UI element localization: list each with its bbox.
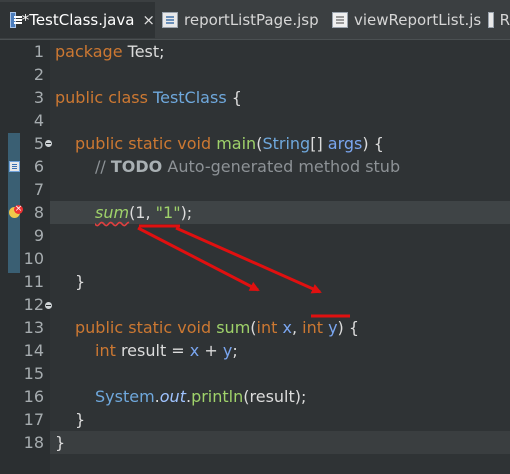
annotation-overlay [137, 224, 350, 318]
